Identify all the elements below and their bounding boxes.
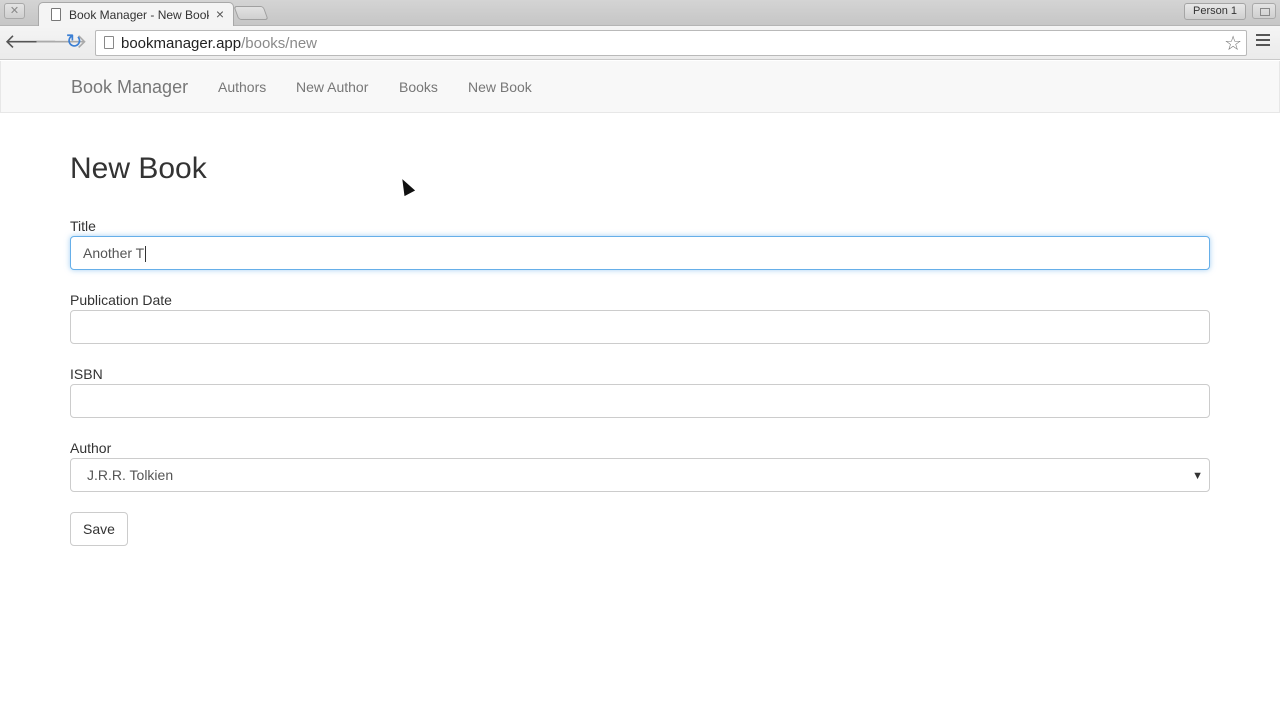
tab-strip: ✕ Book Manager - New Book × Person 1	[0, 0, 1280, 27]
nav-link-new-author[interactable]: New Author	[296, 79, 368, 95]
author-selected-value: J.R.R. Tolkien	[87, 467, 174, 483]
tab-title: Book Manager - New Book	[69, 8, 209, 22]
page-icon	[104, 36, 114, 49]
isbn-input[interactable]	[70, 384, 1210, 418]
url-host: bookmanager.app	[121, 35, 242, 52]
text-caret	[145, 246, 147, 263]
forward-arrow-icon[interactable]: 🡒	[34, 31, 88, 55]
star-icon[interactable]: ☆	[1224, 31, 1242, 56]
publication-date-input[interactable]	[70, 310, 1210, 344]
dropdown-arrow-icon: ▼	[1192, 470, 1203, 482]
mouse-cursor-icon	[397, 176, 416, 197]
browser-tab[interactable]: Book Manager - New Book ×	[38, 2, 234, 27]
menu-icon[interactable]	[1256, 34, 1270, 48]
profile-button[interactable]: Person 1	[1184, 3, 1246, 20]
url-path: /books/new	[241, 35, 317, 52]
nav-link-new-book[interactable]: New Book	[468, 79, 532, 95]
address-bar[interactable]: bookmanager.app/books/new ☆	[95, 30, 1247, 56]
nav-link-books[interactable]: Books	[399, 79, 438, 95]
save-button[interactable]: Save	[70, 512, 128, 546]
url-text: bookmanager.app/books/new	[121, 35, 317, 52]
author-label: Author	[70, 440, 112, 456]
isbn-label: ISBN	[70, 366, 103, 382]
brand-link[interactable]: Book Manager	[71, 77, 188, 98]
nav-link-authors[interactable]: Authors	[218, 79, 266, 95]
title-label: Title	[70, 218, 96, 234]
tab-close-icon[interactable]: ×	[216, 6, 224, 22]
publication-date-label: Publication Date	[70, 292, 172, 308]
window-restore-button[interactable]	[1252, 3, 1276, 19]
title-input[interactable]: Another T	[70, 236, 1210, 270]
title-input-value: Another T	[83, 245, 145, 261]
reload-icon[interactable]: ↻	[62, 31, 86, 55]
page-title: New Book	[70, 152, 207, 185]
browser-toolbar: 🡐 🡒 ↻ bookmanager.app/books/new ☆	[0, 26, 1280, 60]
new-tab-button[interactable]	[233, 6, 269, 20]
page-icon	[51, 8, 61, 21]
author-select[interactable]: J.R.R. Tolkien ▼	[70, 458, 1210, 492]
window-close-button[interactable]: ✕	[4, 3, 25, 19]
back-arrow-icon[interactable]: 🡐	[4, 31, 58, 55]
app-navbar: Book Manager Authors New Author Books Ne…	[0, 61, 1280, 113]
